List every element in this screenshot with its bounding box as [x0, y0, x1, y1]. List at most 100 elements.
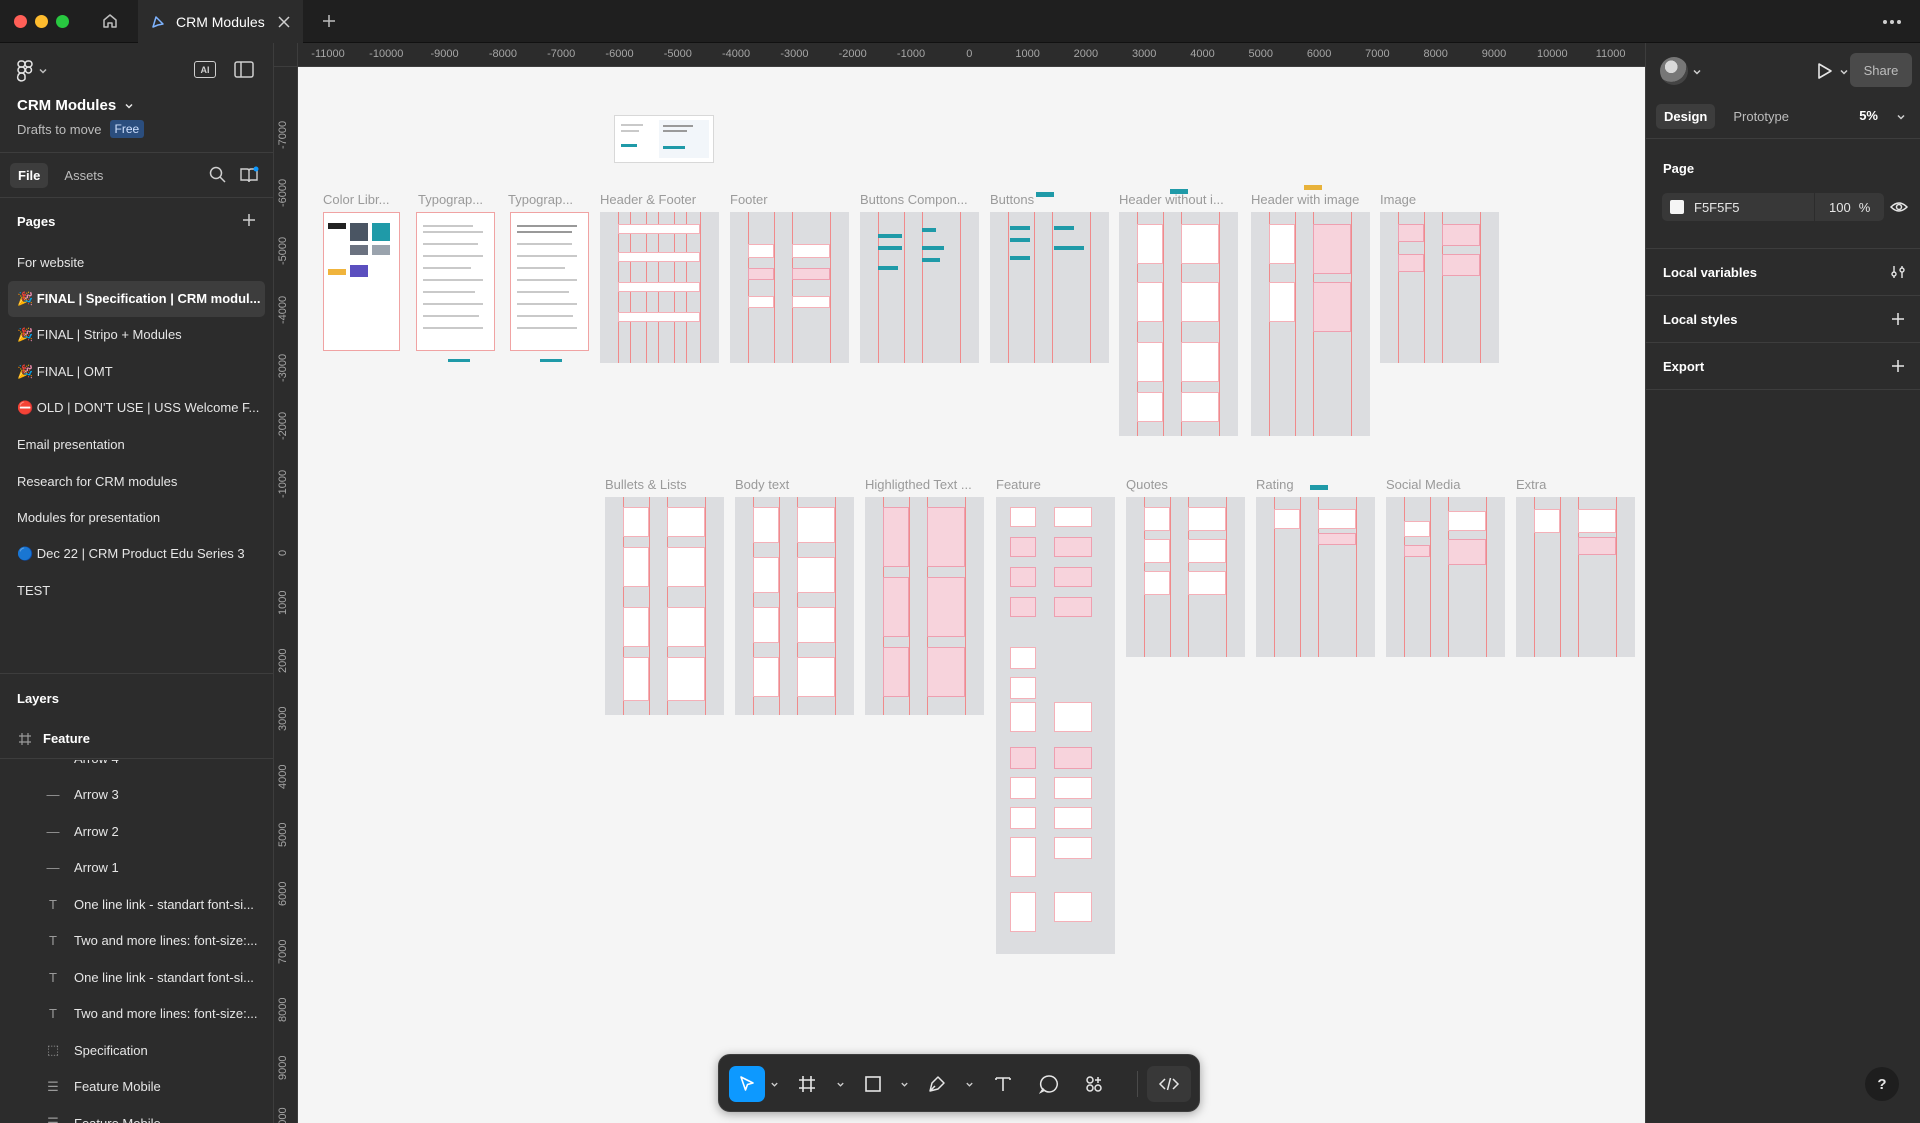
layer-root-feature[interactable]: Feature	[0, 719, 273, 759]
page-color-hex[interactable]: F5F5F5	[1694, 200, 1814, 215]
tab-design[interactable]: Design	[1656, 104, 1716, 129]
library-icon[interactable]	[240, 166, 259, 183]
cover-frame-thumbnail[interactable]	[615, 116, 713, 162]
layer-item[interactable]: T Two and more lines: font-size:...	[0, 996, 273, 1032]
text-tool-button[interactable]	[985, 1066, 1021, 1102]
layer-item[interactable]: — Arrow 1	[0, 850, 273, 886]
search-icon[interactable]	[209, 166, 226, 183]
frame-label[interactable]: Footer	[730, 192, 840, 207]
page-color-swatch[interactable]	[1670, 200, 1684, 214]
help-button[interactable]: ?	[1865, 1067, 1899, 1101]
chevron-down-icon[interactable]	[1896, 112, 1906, 122]
shape-tool-button[interactable]	[855, 1066, 891, 1102]
tab-assets[interactable]: Assets	[56, 163, 111, 188]
chevron-down-icon[interactable]	[1692, 67, 1702, 77]
frame-label[interactable]: Header with image	[1251, 192, 1369, 207]
ai-button[interactable]: AI	[194, 61, 216, 78]
home-button[interactable]	[98, 10, 122, 32]
frame-bullets-lists[interactable]	[605, 497, 724, 715]
layer-item[interactable]: — Arrow 4	[0, 760, 273, 776]
frame-label[interactable]: Quotes	[1126, 477, 1244, 492]
layer-item[interactable]: ☰ Feature Mobile	[0, 1069, 273, 1105]
pen-tool-menu[interactable]	[964, 1079, 974, 1089]
layer-item[interactable]: ☰ Feature Mobile	[0, 1105, 273, 1123]
frame-label[interactable]: Feature	[996, 477, 1114, 492]
frame-label[interactable]: Highligthed Text ...	[865, 477, 983, 492]
variables-icon[interactable]	[1890, 264, 1906, 280]
minimize-window-button[interactable]	[35, 15, 48, 28]
frame-label[interactable]: Header without i...	[1119, 192, 1237, 207]
frame-label[interactable]: Typograp...	[508, 192, 588, 207]
move-tool-button[interactable]	[729, 1066, 765, 1102]
plus-icon[interactable]	[1890, 311, 1906, 327]
frame-rating[interactable]	[1256, 497, 1375, 657]
page-item[interactable]: 🎉 FINAL | OMT	[8, 354, 265, 391]
move-tool-menu[interactable]	[769, 1079, 779, 1089]
frame-label[interactable]: Social Media	[1386, 477, 1504, 492]
main-menu-button[interactable]	[16, 60, 48, 82]
file-name-button[interactable]: CRM Modules	[17, 97, 134, 114]
frame-label[interactable]: Typograp...	[418, 192, 498, 207]
layer-item[interactable]: — Arrow 3	[0, 777, 273, 813]
eye-icon[interactable]	[1890, 199, 1908, 215]
frame-label[interactable]: Header & Footer	[600, 192, 720, 207]
page-opacity[interactable]: 100 %	[1814, 193, 1870, 221]
frame-buttons-components[interactable]	[860, 212, 979, 363]
frame-social-media[interactable]	[1386, 497, 1505, 657]
page-item[interactable]: TEST	[8, 573, 265, 610]
frame-label[interactable]: Body text	[735, 477, 853, 492]
close-tab-button[interactable]	[277, 15, 291, 29]
shape-tool-menu[interactable]	[899, 1079, 909, 1089]
frame-tool-menu[interactable]	[835, 1079, 845, 1089]
new-tab-button[interactable]	[318, 10, 340, 32]
local-variables-row[interactable]: Local variables	[1646, 249, 1920, 296]
page-item[interactable]: ⛔ OLD | DON'T USE | USS Welcome F...	[8, 390, 265, 427]
page-item[interactable]: Email presentation	[8, 427, 265, 464]
actions-button[interactable]	[1076, 1066, 1112, 1102]
frame-header-without-image[interactable]	[1119, 212, 1238, 436]
close-window-button[interactable]	[14, 15, 27, 28]
export-row[interactable]: Export	[1646, 343, 1920, 390]
layer-item[interactable]: — Arrow 2	[0, 813, 273, 849]
page-item[interactable]: Modules for presentation	[8, 500, 265, 537]
design-canvas[interactable]: Color Libr... Typograp... Typograp... He…	[298, 67, 1645, 1123]
page-item[interactable]: Research for CRM modules	[8, 463, 265, 500]
frame-header-footer[interactable]	[600, 212, 719, 363]
zoom-level[interactable]: 5%	[1859, 108, 1878, 123]
frame-highlighted-text[interactable]	[865, 497, 984, 715]
frame-label[interactable]: Image	[1380, 192, 1498, 207]
frame-label[interactable]: Bullets & Lists	[605, 477, 723, 492]
dev-mode-toggle[interactable]	[1147, 1066, 1191, 1102]
frame-feature[interactable]	[996, 497, 1115, 954]
frame-extra[interactable]	[1516, 497, 1635, 657]
add-page-icon[interactable]	[241, 212, 257, 228]
frame-quotes[interactable]	[1126, 497, 1245, 657]
tab-file[interactable]: File	[10, 162, 49, 188]
comment-tool-button[interactable]	[1031, 1066, 1067, 1102]
frame-buttons[interactable]	[990, 212, 1109, 363]
page-item-selected[interactable]: 🎉 FINAL | Specification | CRM modul...	[8, 280, 265, 317]
frame-tool-button[interactable]	[789, 1066, 825, 1102]
page-item[interactable]: For website	[8, 244, 265, 281]
frame-typography-2[interactable]	[510, 212, 589, 351]
page-fill-row[interactable]: F5F5F5 100 %	[1662, 193, 1884, 221]
page-item[interactable]: 🎉 FINAL | Stripo + Modules	[8, 317, 265, 354]
chevron-down-icon[interactable]	[1839, 67, 1849, 77]
page-item[interactable]: 🔵 Dec 22 | CRM Product Edu Series 3	[8, 536, 265, 573]
present-play-icon[interactable]	[1814, 61, 1834, 81]
share-button[interactable]: Share	[1850, 53, 1912, 87]
layer-item[interactable]: ⬚ Specification	[0, 1032, 273, 1068]
maximize-window-button[interactable]	[56, 15, 69, 28]
pen-tool-button[interactable]	[919, 1066, 955, 1102]
frame-typography-1[interactable]	[416, 212, 495, 351]
toggle-sidebar-button[interactable]	[234, 61, 254, 78]
frame-label[interactable]: Color Libr...	[323, 192, 403, 207]
frame-body-text[interactable]	[735, 497, 854, 715]
frame-label[interactable]: Extra	[1516, 477, 1634, 492]
avatar[interactable]	[1660, 57, 1688, 85]
frame-label[interactable]: Buttons Compon...	[860, 192, 978, 207]
frame-image[interactable]	[1380, 212, 1499, 363]
layer-item[interactable]: T One line link - standart font-si...	[0, 886, 273, 922]
plus-icon[interactable]	[1890, 358, 1906, 374]
frame-header-with-image[interactable]	[1251, 212, 1370, 436]
